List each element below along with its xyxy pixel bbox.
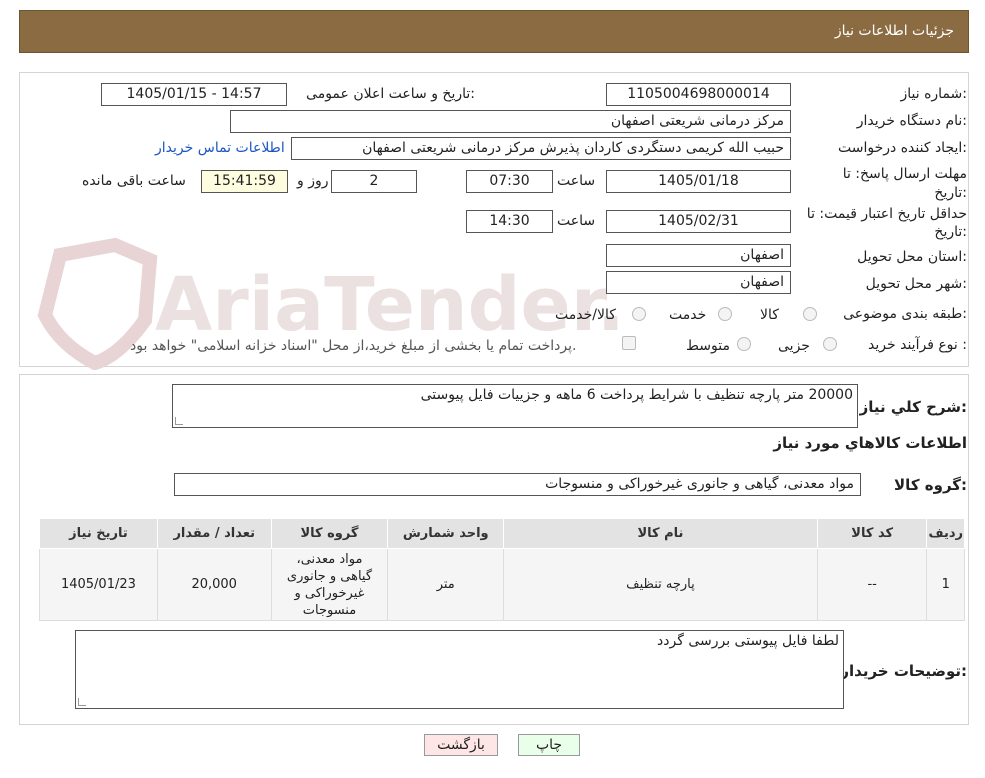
process-radio-minor[interactable] (823, 337, 837, 351)
col-row: ردیف (926, 518, 965, 549)
group-label: گروه کالا: (894, 476, 967, 494)
category-option-goods-service: کالا/خدمت (555, 307, 616, 323)
category-radio-service[interactable] (718, 307, 732, 321)
announce-label: تاریخ و ساعت اعلان عمومی: (306, 86, 475, 102)
validity-label-2: تاریخ: (934, 224, 967, 240)
col-name: نام کالا (503, 518, 818, 549)
summary-field: 20000 متر پارچه تنظیف با شرایط پرداخت 6 … (172, 384, 858, 428)
deadline-label-2: تاریخ: (934, 185, 967, 201)
process-label: نوع فرآیند خرید : (868, 337, 967, 353)
cell-name: پارچه تنظیف (503, 548, 818, 621)
print-button[interactable]: چاپ (518, 734, 580, 756)
city-label: شهر محل تحویل: (865, 276, 967, 292)
category-radio-goods[interactable] (803, 307, 817, 321)
days-label: روز و (297, 173, 329, 189)
cell-quantity: 20,000 (156, 548, 272, 621)
creator-field: حبیب الله کریمی دستگردی کاردان پذیرش مرک… (291, 137, 791, 160)
cell-need-date: 1405/01/23 (39, 548, 158, 621)
notes-text: لطفا فایل پیوستی بررسی گردد (657, 633, 839, 649)
category-option-service: خدمت (669, 307, 707, 323)
cell-code: -- (816, 548, 928, 621)
notes-label: توضیحات خریدار: (840, 662, 967, 680)
summary-label: شرح کلي نياز: (859, 398, 967, 416)
creator-label: ایجاد کننده درخواست: (838, 140, 967, 156)
treasury-checkbox[interactable] (622, 336, 636, 350)
notes-field: لطفا فایل پیوستی بررسی گردد (75, 630, 844, 709)
table-row: 1 -- پارچه تنظیف متر مواد معدنی، گیاهی و… (39, 548, 965, 621)
resize-handle-icon[interactable] (78, 698, 86, 706)
page-title: جزئیات اطلاعات نیاز (834, 23, 954, 39)
back-button[interactable]: بازگشت (424, 734, 498, 756)
cell-unit: متر (387, 548, 505, 621)
validity-time-label: ساعت (557, 213, 596, 229)
validity-time-field: 14:30 (466, 210, 553, 233)
category-label: طبقه بندی موضوعی: (843, 306, 967, 322)
page-header: جزئیات اطلاعات نیاز (19, 10, 969, 53)
process-option-medium: متوسط (686, 338, 730, 354)
col-code: کد کالا (816, 518, 928, 549)
items-table: ردیف کد کالا نام کالا واحد شمارش گروه کا… (39, 518, 965, 621)
validity-label: حداقل تاریخ اعتبار قیمت: تا (806, 206, 967, 222)
process-option-minor: جزیی (778, 338, 810, 354)
group-field: مواد معدنی، گیاهی و جانوری غیرخوراکی و م… (174, 473, 861, 496)
province-field: اصفهان (606, 244, 791, 267)
table-header-row: ردیف کد کالا نام کالا واحد شمارش گروه کا… (39, 518, 965, 549)
deadline-time-label: ساعت (557, 173, 596, 189)
col-quantity: تعداد / مقدار (156, 518, 272, 549)
deadline-label: مهلت ارسال پاسخ: تا (842, 166, 967, 182)
buyer-contact-link[interactable]: اطلاعات تماس خریدار (155, 140, 285, 156)
col-need-date: تاریخ نیاز (39, 518, 158, 549)
province-label: استان محل تحویل: (857, 249, 967, 265)
buyer-org-label: نام دستگاه خریدار: (856, 113, 967, 129)
category-radio-goods-service[interactable] (632, 307, 646, 321)
deadline-date-field: 1405/01/18 (606, 170, 791, 193)
cell-group: مواد معدنی، گیاهی و جانوری غیرخوراکی و م… (270, 548, 389, 621)
col-unit: واحد شمارش (387, 518, 505, 549)
col-group: گروه کالا (270, 518, 389, 549)
payment-note: پرداخت تمام یا بخشی از مبلغ خرید،از محل … (130, 338, 577, 354)
days-remaining-field: 2 (331, 170, 417, 193)
buyer-org-field: مرکز درمانی شریعتی اصفهان (230, 110, 791, 133)
deadline-time-field: 07:30 (466, 170, 553, 193)
summary-text: 20000 متر پارچه تنظیف با شرایط پرداخت 6 … (420, 387, 853, 403)
need-number-field: 1105004698000014 (606, 83, 791, 106)
category-option-goods: کالا (760, 307, 779, 323)
city-field: اصفهان (606, 271, 791, 294)
remaining-time-field: 15:41:59 (201, 170, 288, 193)
process-radio-medium[interactable] (737, 337, 751, 351)
items-title: اطلاعات کالاهاي مورد نياز (773, 434, 967, 452)
cell-row: 1 (926, 548, 965, 621)
need-number-label: شماره نیاز: (900, 86, 967, 102)
announce-field: 1405/01/15 - 14:57 (101, 83, 287, 106)
validity-date-field: 1405/02/31 (606, 210, 791, 233)
remaining-label: ساعت باقی مانده (82, 173, 186, 189)
resize-handle-icon[interactable] (175, 417, 183, 425)
